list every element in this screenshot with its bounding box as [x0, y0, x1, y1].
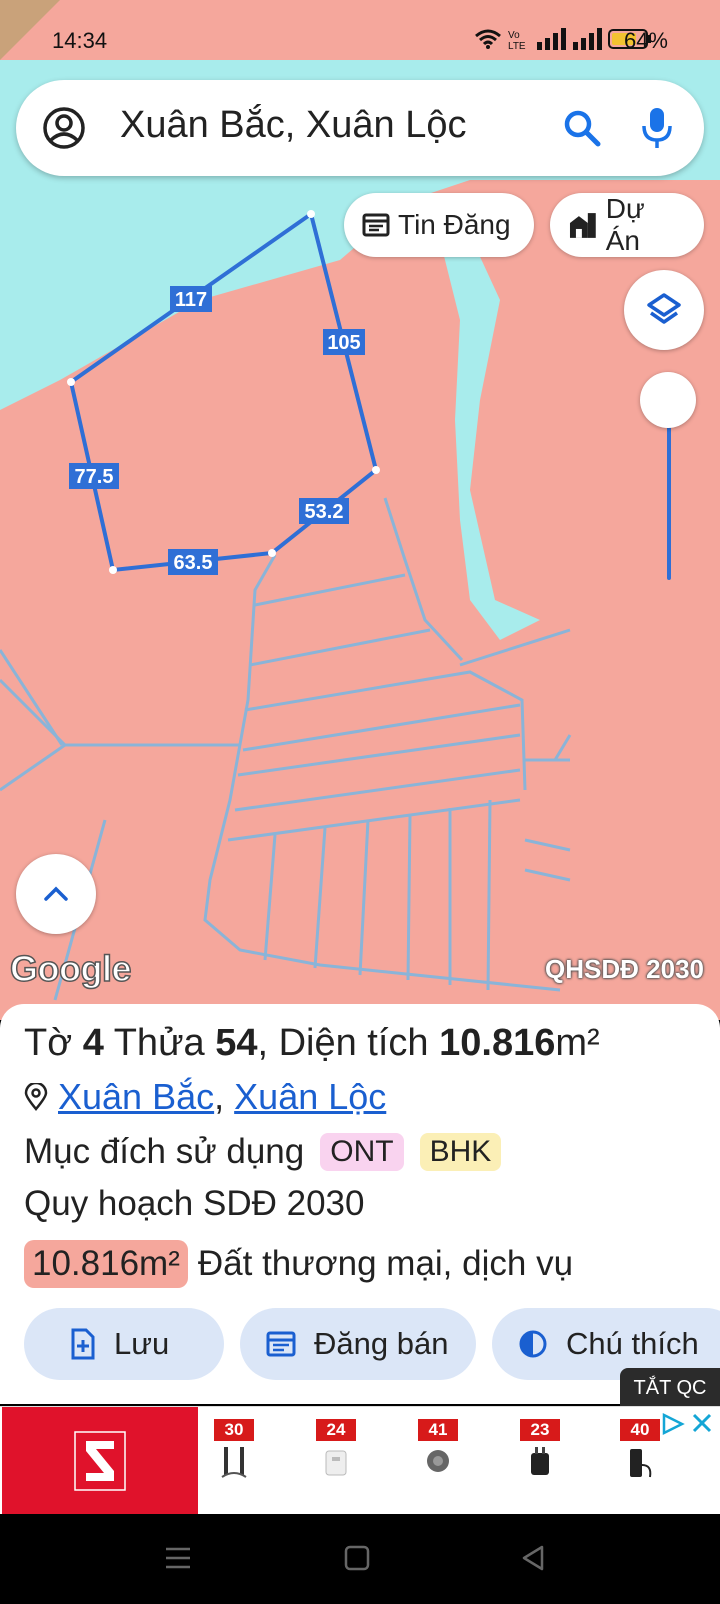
status-bar: 14:34 Vo LTE 64%: [0, 0, 720, 66]
plan-row: 10.816m² Đất thương mại, dịch vụ: [24, 1240, 573, 1288]
water-river: [440, 235, 540, 640]
plan-use: Đất thương mại, dịch vụ: [197, 1244, 574, 1283]
system-nav-bar: [0, 1514, 720, 1604]
thua-value: 54: [215, 1022, 258, 1064]
signal-icon: [537, 28, 566, 50]
map-view[interactable]: 117 105 53.2 63.5 77.5 14:34 Vo LTE 64% X…: [0, 0, 720, 1020]
opacity-slider-track[interactable]: [667, 420, 671, 580]
back-icon[interactable]: [520, 1544, 546, 1572]
du-an-chip[interactable]: Dự Án: [550, 193, 704, 257]
microphone-icon[interactable]: [640, 106, 674, 150]
location-separator: ,: [214, 1076, 225, 1117]
parcel-title: Tờ 4 Thửa 54, Diện tích 10.816m²: [24, 1022, 600, 1065]
chevron-up-icon: [44, 886, 68, 901]
layers-button[interactable]: [624, 270, 704, 350]
wifi-icon: [475, 29, 501, 49]
home-icon[interactable]: [344, 1544, 370, 1572]
to-label: Tờ: [24, 1022, 73, 1064]
listing-icon: [266, 1331, 296, 1357]
ad-product[interactable]: 30: [214, 1419, 254, 1481]
ad-product-badge: 30: [214, 1419, 254, 1441]
purpose-row: Mục đích sử dụng ONT BHK: [24, 1132, 502, 1172]
search-bar[interactable]: Xuân Bắc, Xuân Lộc: [16, 80, 704, 176]
save-label: Lưu: [114, 1326, 170, 1361]
ad-product-badge: 24: [316, 1419, 356, 1441]
tin-dang-label: Tin Đăng: [398, 209, 511, 240]
volte-icon: VoLTE: [508, 30, 526, 50]
account-icon[interactable]: [42, 106, 86, 150]
du-an-label: Dự Án: [605, 193, 645, 256]
adapter-icon: [531, 1447, 549, 1475]
svg-text:LTE: LTE: [508, 41, 526, 50]
brand-logo-icon: [74, 1431, 126, 1491]
car-charger-icon: [427, 1450, 449, 1472]
advertiser-logo[interactable]: [2, 1407, 198, 1515]
parcel-info-panel: Tờ 4 Thửa 54, Diện tích 10.816m² Xuân Bắ…: [0, 1004, 720, 1404]
ad-product-badge: 41: [418, 1419, 458, 1441]
powerbank-icon: [630, 1449, 652, 1478]
sell-label: Đăng bán: [314, 1326, 449, 1361]
commune-link[interactable]: Xuân Bắc: [58, 1076, 214, 1117]
add-file-icon: [71, 1328, 95, 1360]
edge-label: 77.5: [75, 466, 114, 488]
listing-icon: [362, 213, 390, 237]
purpose-tag: ONT: [320, 1133, 404, 1171]
purpose-tag: BHK: [419, 1133, 502, 1171]
ad-product[interactable]: 24: [316, 1419, 356, 1481]
close-icon[interactable]: [690, 1411, 714, 1435]
signal-icon: [573, 28, 602, 50]
edge-label: 117: [175, 289, 207, 311]
opacity-slider-handle[interactable]: [640, 372, 696, 428]
battery-percent: 64%: [623, 28, 668, 53]
to-value: 4: [82, 1022, 104, 1064]
status-time: 14:34: [52, 28, 108, 53]
ad-product[interactable]: 41: [418, 1419, 458, 1481]
ad-product[interactable]: 40: [620, 1419, 660, 1481]
layer-label: QHSDĐ 2030: [545, 954, 704, 984]
legend-label: Chú thích: [566, 1326, 699, 1361]
menu-icon[interactable]: [164, 1544, 192, 1572]
contrast-icon: [519, 1330, 547, 1358]
search-input[interactable]: Xuân Bắc, Xuân Lộc: [120, 104, 466, 147]
expand-button[interactable]: [16, 854, 96, 934]
location-pin-icon: [24, 1083, 48, 1111]
ad-product[interactable]: 23: [520, 1419, 560, 1481]
svg-text:Vo: Vo: [508, 30, 520, 41]
plan-label: Quy hoạch SDĐ 2030: [24, 1184, 365, 1223]
thua-label: Thửa: [113, 1022, 205, 1064]
edge-label: 53.2: [305, 501, 344, 523]
dientich-value: 10.816: [439, 1022, 556, 1064]
sell-button[interactable]: Đăng bán: [240, 1308, 476, 1380]
ad-product-badge: 23: [520, 1419, 560, 1441]
tin-dang-chip[interactable]: Tin Đăng: [344, 193, 534, 257]
purpose-label: Mục đích sử dụng: [24, 1132, 305, 1171]
edge-label: 105: [327, 332, 360, 354]
search-icon[interactable]: [562, 108, 602, 148]
charger-icon: [325, 1450, 347, 1476]
google-watermark: Google: [9, 947, 132, 990]
layers-icon: [647, 293, 681, 324]
dientich-label: , Diện tích: [257, 1022, 429, 1064]
district-link[interactable]: Xuân Lộc: [234, 1076, 386, 1117]
parcel-location: Xuân Bắc, Xuân Lộc: [24, 1076, 386, 1118]
buildings-icon: [569, 213, 596, 238]
cable-icon: [221, 1447, 247, 1478]
ad-choices-icon[interactable]: [660, 1411, 686, 1437]
ad-product-badge: 40: [620, 1419, 660, 1441]
hide-ad-button[interactable]: TẮT QC: [620, 1368, 720, 1408]
ad-banner[interactable]: 30 24 41 23 40: [0, 1406, 720, 1515]
save-button[interactable]: Lưu: [24, 1308, 224, 1380]
dientich-unit: m²: [555, 1022, 600, 1064]
plan-area-badge: 10.816m²: [24, 1240, 188, 1288]
edge-label: 63.5: [174, 552, 213, 574]
